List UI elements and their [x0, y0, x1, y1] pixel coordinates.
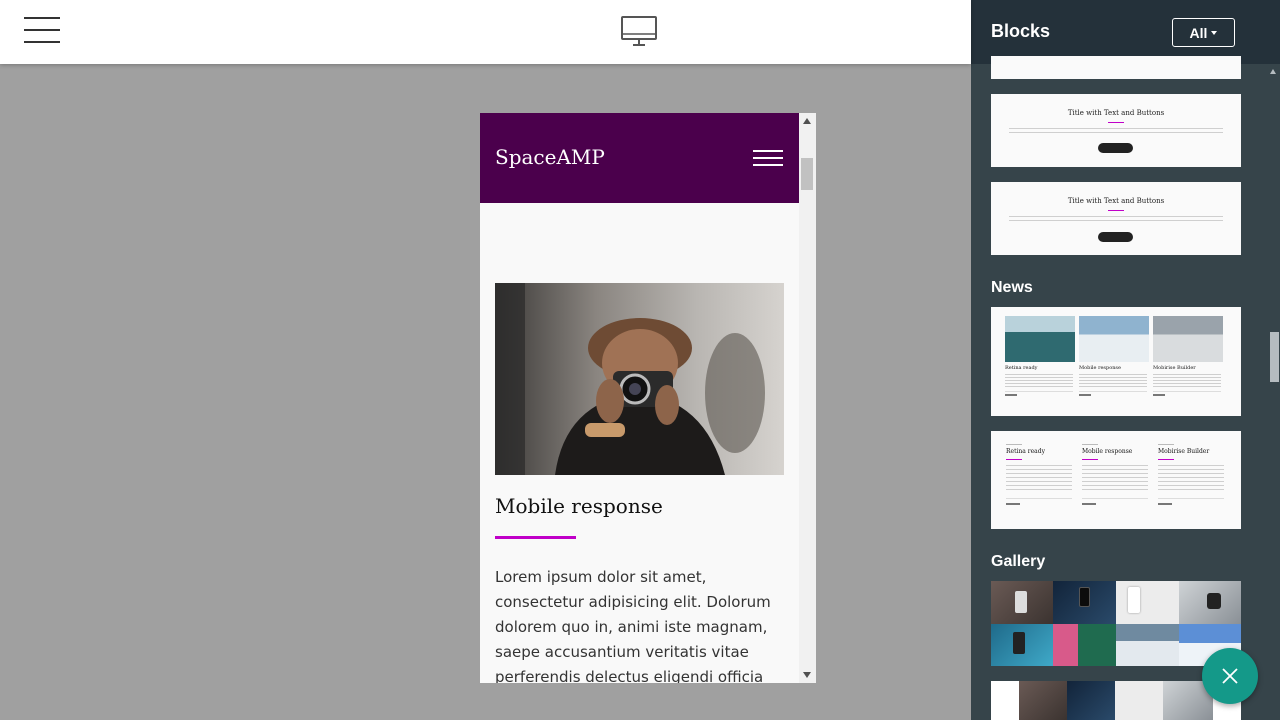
blocks-sidebar: Blocks All Title with Text and Buttons T…	[971, 0, 1280, 720]
preview-brand[interactable]: SpaceAMP	[495, 145, 605, 169]
news-column: Retina ready	[1006, 444, 1072, 505]
scroll-up-arrow-icon[interactable]	[803, 118, 811, 124]
block-thumbnail-title-text-buttons[interactable]: Title with Text and Buttons	[991, 182, 1241, 255]
block-thumb-title: Title with Text and Buttons	[1067, 197, 1165, 205]
block-thumb-text	[1009, 216, 1223, 223]
preview-article-text[interactable]: Lorem ipsum dolor sit amet, consectetur …	[495, 565, 785, 683]
news-image-snow	[1079, 316, 1149, 362]
gallery-tile	[1053, 624, 1116, 666]
preview-hamburger-menu-icon[interactable]	[753, 150, 783, 167]
hamburger-menu-icon[interactable]	[24, 17, 60, 45]
scroll-up-arrow-icon[interactable]	[1270, 69, 1276, 74]
preview-scrollbar[interactable]	[799, 113, 816, 683]
preview-article-image	[495, 283, 784, 475]
preview-page: SpaceAMP Mobile response Lorem ipsum dol…	[480, 113, 799, 683]
gallery-tile	[991, 624, 1053, 666]
news-heading: Retina ready	[1006, 448, 1045, 455]
news-heading: Mobirise Builder	[1153, 365, 1196, 371]
preview-navbar: SpaceAMP	[480, 113, 799, 203]
news-column: Mobile response	[1082, 444, 1148, 505]
news-column: Retina ready	[1005, 316, 1075, 396]
scroll-down-arrow-icon[interactable]	[803, 672, 811, 678]
block-thumbnail-title-text-buttons[interactable]: Title with Text and Buttons	[991, 94, 1241, 167]
block-thumb-button	[1098, 143, 1133, 153]
scrollbar-thumb[interactable]	[801, 158, 813, 190]
news-image-mountain	[1153, 316, 1223, 362]
section-heading-gallery: Gallery	[991, 553, 1046, 570]
editor-toolbar	[0, 0, 971, 64]
block-thumb-button	[1098, 232, 1133, 242]
news-column: Mobirise Builder	[1153, 316, 1223, 396]
preview-article-title[interactable]: Mobile response	[495, 494, 663, 518]
mobile-preview-frame[interactable]: SpaceAMP Mobile response Lorem ipsum dol…	[480, 113, 816, 683]
filter-label: All	[1189, 24, 1208, 41]
gallery-tile	[1053, 581, 1116, 624]
block-thumb-accent	[1108, 210, 1124, 211]
sidebar-title: Blocks	[991, 21, 1051, 41]
news-heading: Retina ready	[1005, 365, 1038, 371]
gallery-tile	[1116, 624, 1179, 666]
block-thumb-title: Title with Text and Buttons	[1067, 109, 1165, 117]
block-thumbnail-news-text[interactable]: Retina ready Mobile response Mobirise Bu…	[991, 431, 1241, 529]
sidebar-scrollbar[interactable]	[1267, 64, 1280, 720]
desktop-monitor-icon[interactable]	[620, 15, 658, 49]
gallery-tile	[991, 581, 1053, 624]
news-heading: Mobile response	[1079, 365, 1121, 371]
news-heading: Mobirise Builder	[1158, 448, 1210, 455]
sidebar-header: Blocks All	[971, 0, 1280, 64]
news-column: Mobirise Builder	[1158, 444, 1224, 505]
blocks-filter-dropdown[interactable]: All	[1172, 18, 1235, 47]
scrollbar-thumb[interactable]	[1270, 332, 1279, 382]
block-thumbnail-news-images[interactable]: Retina ready Mobile response Mobirise Bu…	[991, 307, 1241, 416]
news-heading: Mobile response	[1082, 448, 1133, 455]
preview-title-underline	[495, 536, 576, 539]
close-fab-button[interactable]	[1202, 648, 1258, 704]
news-image-lake	[1005, 316, 1075, 362]
news-column: Mobile response	[1079, 316, 1149, 396]
gallery-tile	[1116, 581, 1179, 624]
section-heading-news: News	[991, 279, 1033, 296]
block-thumbnail-partial[interactable]	[991, 56, 1241, 79]
close-x-icon	[1222, 668, 1238, 684]
block-thumb-accent	[1108, 122, 1124, 123]
caret-down-icon	[1211, 30, 1218, 35]
block-thumb-text	[1009, 128, 1223, 135]
block-thumbnail-gallery[interactable]	[991, 581, 1241, 666]
gallery-tile	[1179, 581, 1241, 624]
